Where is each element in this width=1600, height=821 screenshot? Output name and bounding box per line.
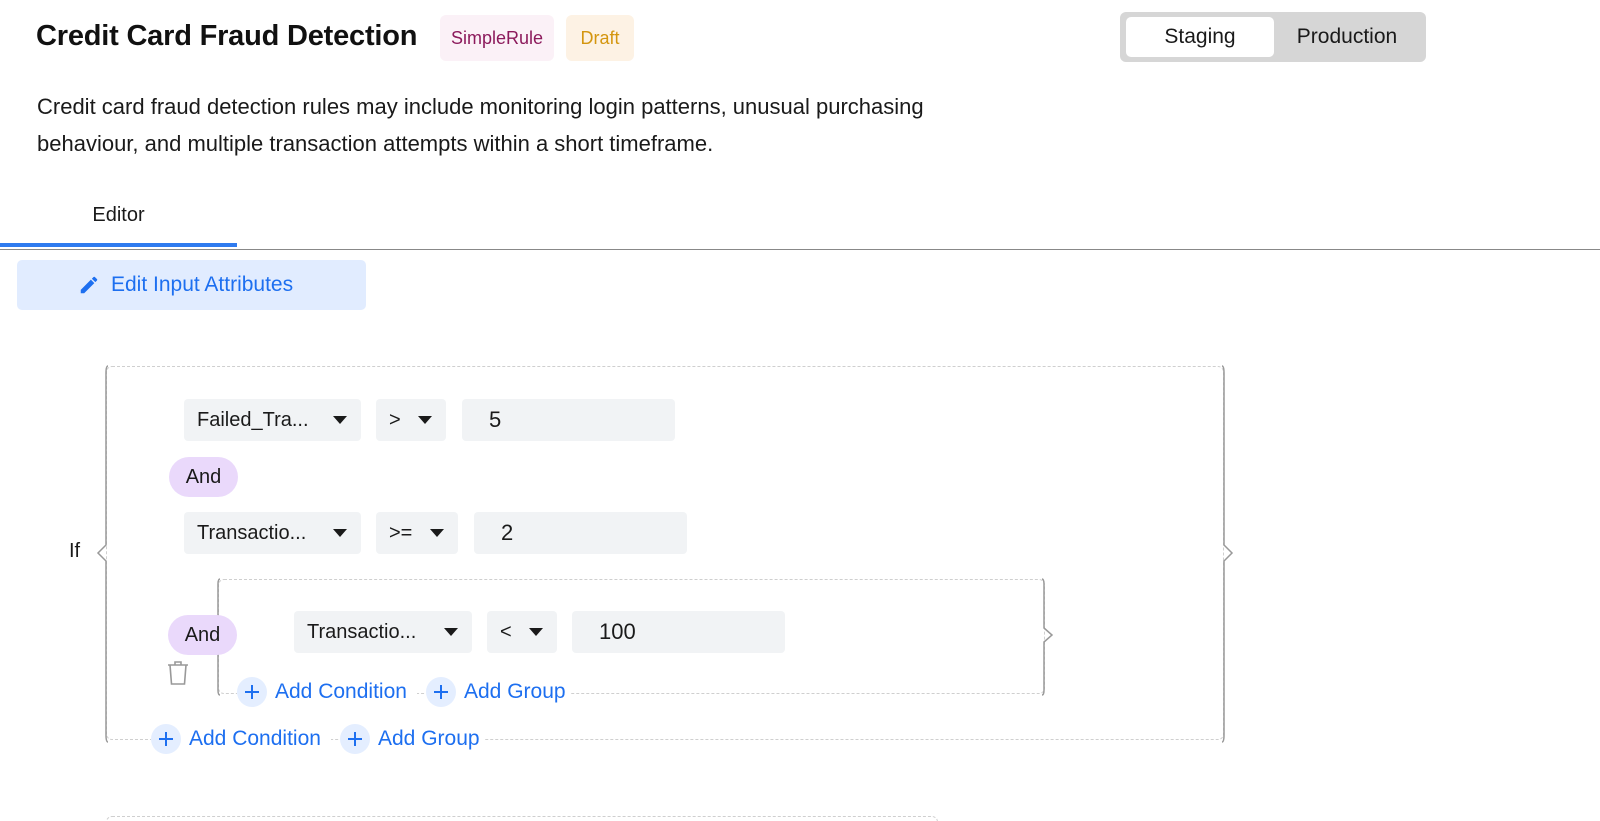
status-badge: Draft	[566, 15, 634, 61]
and-connector[interactable]: And	[169, 457, 238, 497]
plus-icon	[426, 677, 456, 707]
add-group-button[interactable]: Add Group	[340, 722, 484, 756]
chevron-down-icon	[444, 628, 458, 636]
attribute-dropdown[interactable]: Transactio...	[184, 512, 361, 554]
add-condition-label: Add Condition	[275, 680, 407, 703]
page-title: Credit Card Fraud Detection	[36, 20, 418, 52]
add-group-label: Add Group	[464, 680, 566, 703]
condition-value-input[interactable]: 2	[474, 512, 687, 554]
attribute-value: Transactio...	[197, 522, 307, 544]
edit-input-attributes-label: Edit Input Attributes	[111, 273, 294, 296]
active-tab-indicator	[0, 243, 237, 247]
chevron-down-icon	[430, 529, 444, 537]
pencil-icon	[80, 276, 98, 294]
operator-dropdown[interactable]: >	[376, 399, 446, 441]
right-brace-icon	[1041, 578, 1054, 696]
attribute-value: Transactio...	[307, 621, 417, 643]
add-condition-button[interactable]: Add Condition	[151, 722, 331, 756]
operator-value: <	[500, 621, 512, 643]
add-group-label: Add Group	[378, 727, 480, 750]
rule-description: Credit card fraud detection rules may in…	[37, 94, 924, 156]
production-option[interactable]: Production	[1274, 17, 1420, 57]
plus-icon	[237, 677, 267, 707]
tab-editor[interactable]: Editor	[0, 196, 237, 248]
operator-dropdown[interactable]: <	[487, 611, 557, 653]
attribute-dropdown[interactable]: Transactio...	[294, 611, 472, 653]
attribute-dropdown[interactable]: Failed_Tra...	[184, 399, 361, 441]
chevron-down-icon	[333, 416, 347, 424]
left-brace-icon	[96, 365, 109, 743]
trash-icon[interactable]	[166, 660, 190, 686]
condition-value-input[interactable]: 100	[572, 611, 785, 653]
if-label: If	[69, 540, 81, 562]
operator-value: >=	[389, 522, 413, 544]
nested-add-condition-button[interactable]: Add Condition	[237, 675, 417, 709]
edit-input-attributes-button[interactable]: Edit Input Attributes	[17, 260, 366, 310]
chevron-down-icon	[529, 628, 543, 636]
nested-add-group-button[interactable]: Add Group	[426, 675, 570, 709]
and-connector[interactable]: And	[168, 615, 237, 655]
operator-value: >	[389, 409, 401, 431]
plus-icon	[340, 724, 370, 754]
next-condition-group	[106, 816, 938, 821]
staging-option[interactable]: Staging	[1126, 17, 1274, 57]
operator-dropdown[interactable]: >=	[376, 512, 458, 554]
attribute-value: Failed_Tra...	[197, 409, 309, 431]
rule-type-badge: SimpleRule	[440, 15, 554, 61]
condition-value-input[interactable]: 5	[462, 399, 675, 441]
environment-toggle: Staging Production	[1120, 12, 1426, 62]
right-brace-icon	[1221, 365, 1234, 743]
chevron-down-icon	[333, 529, 347, 537]
plus-icon	[151, 724, 181, 754]
add-condition-label: Add Condition	[189, 727, 321, 750]
chevron-down-icon	[418, 416, 432, 424]
